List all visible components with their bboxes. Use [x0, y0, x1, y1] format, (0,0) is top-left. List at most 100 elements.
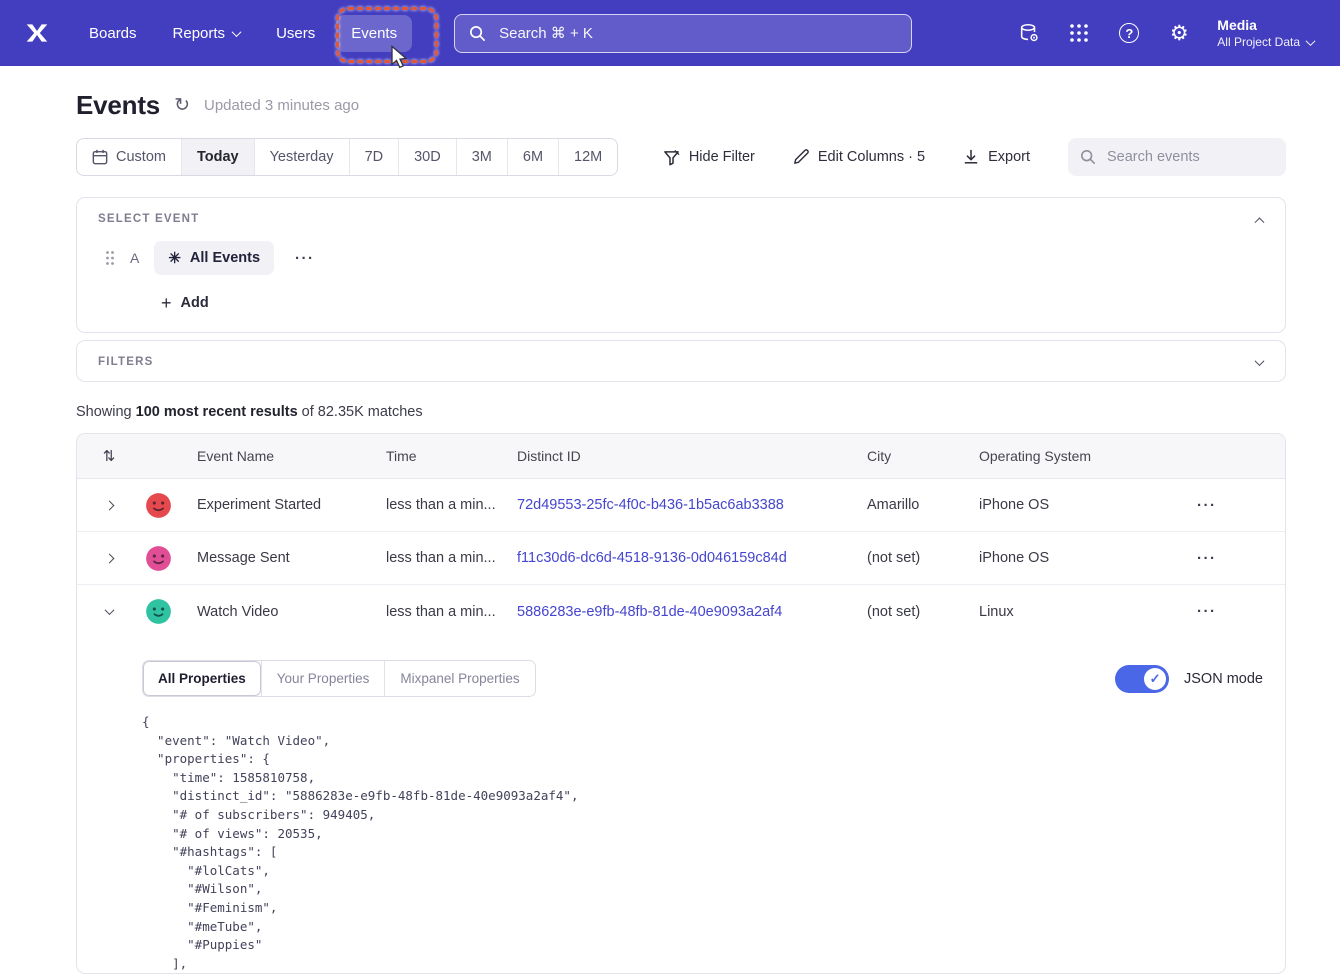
tab-your-properties[interactable]: Your Properties — [261, 661, 385, 696]
project-selector[interactable]: Media All Project Data — [1217, 17, 1314, 49]
collapse-chevron-icon[interactable] — [1255, 217, 1265, 227]
global-search[interactable] — [454, 14, 912, 53]
json-mode-toggle[interactable]: ✓ — [1115, 665, 1169, 693]
select-event-title: SELECT EVENT — [98, 213, 199, 225]
column-header-time[interactable]: Time — [378, 448, 509, 464]
date-range-yesterday[interactable]: Yesterday — [254, 139, 349, 175]
apps-grid-icon[interactable] — [1067, 21, 1091, 45]
properties-tabs: All Properties Your Properties Mixpanel … — [142, 660, 536, 697]
event-detail-panel: All Properties Your Properties Mixpanel … — [77, 638, 1285, 973]
toolbar: Custom Today Yesterday 7D 30D 3M 6M 12M … — [76, 138, 1286, 176]
date-range-7d[interactable]: 7D — [349, 139, 399, 175]
nav-item-reports[interactable]: Reports — [158, 15, 256, 52]
results-count: 100 most recent results — [136, 404, 298, 420]
date-range-today[interactable]: Today — [181, 139, 254, 175]
search-icon — [469, 25, 486, 42]
filters-header[interactable]: FILTERS — [77, 341, 1285, 381]
date-range-custom[interactable]: Custom — [77, 139, 181, 175]
collapse-row-chevron[interactable] — [77, 608, 127, 615]
json-mode-control: ✓ JSON mode — [1115, 665, 1263, 693]
mixpanel-logo[interactable] — [18, 20, 56, 46]
column-header-city[interactable]: City — [859, 448, 971, 464]
results-suffix: of 82.35K matches — [298, 404, 423, 420]
date-range-6m[interactable]: 6M — [507, 139, 558, 175]
all-events-label: All Events — [190, 250, 260, 266]
event-json-view: { "event": "Watch Video", "properties": … — [142, 713, 1263, 973]
chevron-down-icon — [232, 27, 242, 37]
mixpanel-logo-icon — [24, 20, 50, 46]
nav-item-boards[interactable]: Boards — [74, 15, 152, 52]
gear-glyph: ⚙ — [1170, 23, 1189, 44]
add-event-label: Add — [181, 295, 209, 311]
cell-time: less than a min... — [378, 604, 509, 620]
row-actions-button[interactable]: ··· — [1191, 497, 1223, 514]
drag-handle[interactable] — [105, 250, 115, 266]
column-header-distinct-id[interactable]: Distinct ID — [509, 448, 859, 464]
tab-all-properties[interactable]: All Properties — [143, 661, 261, 696]
nav-item-users[interactable]: Users — [261, 15, 330, 52]
toggle-check-icon: ✓ — [1144, 668, 1166, 690]
download-icon — [963, 149, 979, 165]
help-glyph: ? — [1119, 23, 1139, 43]
main-content: Events ↻ Updated 3 minutes ago Custom To… — [76, 90, 1286, 974]
results-summary: Showing 100 most recent results of 82.35… — [76, 404, 1286, 420]
expand-row-chevron[interactable] — [77, 502, 127, 509]
distinct-id-link[interactable]: 72d49553-25fc-4f0c-b436-1b5ac6ab3388 — [517, 497, 784, 513]
row-actions-button[interactable]: ··· — [1191, 550, 1223, 567]
data-management-icon[interactable] — [1017, 21, 1041, 45]
table-header-row: ⇅ Event Name Time Distinct ID City Opera… — [77, 434, 1285, 479]
page-header: Events ↻ Updated 3 minutes ago — [76, 90, 1286, 121]
pencil-icon — [793, 149, 809, 165]
nav-item-events[interactable]: Events — [336, 15, 412, 52]
cell-os: iPhone OS — [971, 550, 1165, 566]
distinct-id-link[interactable]: 5886283e-e9fb-48fb-81de-40e9093a2af4 — [517, 604, 782, 620]
events-search[interactable] — [1068, 138, 1286, 176]
table-row[interactable]: Message Sent less than a min... f11c30d6… — [77, 532, 1285, 585]
navbar-right: ? ⚙ Media All Project Data — [1017, 17, 1314, 49]
cell-os: Linux — [971, 604, 1165, 620]
project-dataset: All Project Data — [1217, 35, 1300, 49]
date-range-30d[interactable]: 30D — [398, 139, 456, 175]
table-row-expanded[interactable]: Watch Video less than a min... 5886283e-… — [77, 585, 1285, 638]
cell-event-name: Watch Video — [189, 604, 378, 620]
help-icon[interactable]: ? — [1117, 21, 1141, 45]
chevron-down-icon — [1306, 36, 1316, 46]
cell-event-name: Message Sent — [189, 550, 378, 566]
query-row-letter: A — [130, 250, 139, 266]
json-mode-label: JSON mode — [1184, 671, 1263, 687]
cell-event-name: Experiment Started — [189, 497, 378, 513]
refresh-icon[interactable]: ↻ — [174, 96, 190, 115]
date-range-selector: Custom Today Yesterday 7D 30D 3M 6M 12M — [76, 138, 618, 176]
all-events-chip[interactable]: ✳ All Events — [154, 241, 274, 275]
row-actions-button[interactable]: ··· — [1191, 603, 1223, 620]
table-row[interactable]: Experiment Started less than a min... 72… — [77, 479, 1285, 532]
export-button[interactable]: Export — [963, 149, 1030, 165]
column-header-operating-system[interactable]: Operating System — [971, 448, 1165, 464]
tab-mixpanel-properties[interactable]: Mixpanel Properties — [384, 661, 534, 696]
edit-columns-label: Edit Columns · 5 — [818, 149, 925, 165]
global-search-input[interactable] — [497, 24, 897, 43]
filters-card: FILTERS — [76, 340, 1286, 382]
event-query-row: A ✳ All Events ··· — [77, 238, 1285, 275]
plus-icon: + — [161, 294, 172, 312]
results-prefix: Showing — [76, 404, 136, 420]
updated-timestamp: Updated 3 minutes ago — [204, 97, 359, 114]
filter-funnel-icon — [663, 149, 680, 166]
add-event-button[interactable]: + Add — [77, 275, 1285, 332]
expand-chevron-icon[interactable] — [1255, 356, 1265, 366]
distinct-id-link[interactable]: f11c30d6-dc6d-4518-9136-0d046159c84d — [517, 550, 787, 566]
hide-filter-button[interactable]: Hide Filter — [663, 149, 755, 166]
select-event-header[interactable]: SELECT EVENT — [77, 198, 1285, 238]
date-range-12m[interactable]: 12M — [558, 139, 617, 175]
toolbar-actions: Hide Filter Edit Columns · 5 Export — [663, 138, 1286, 176]
main-nav: Boards Reports Users Events — [74, 15, 412, 52]
date-range-custom-label: Custom — [116, 149, 166, 165]
column-header-event-name[interactable]: Event Name — [189, 448, 378, 464]
events-search-input[interactable] — [1105, 148, 1274, 166]
edit-columns-button[interactable]: Edit Columns · 5 — [793, 149, 925, 165]
expand-row-chevron[interactable] — [77, 555, 127, 562]
settings-gear-icon[interactable]: ⚙ — [1167, 21, 1191, 45]
date-range-3m[interactable]: 3M — [456, 139, 507, 175]
sort-icon[interactable]: ⇅ — [103, 447, 116, 465]
event-options-button[interactable]: ··· — [289, 246, 321, 271]
